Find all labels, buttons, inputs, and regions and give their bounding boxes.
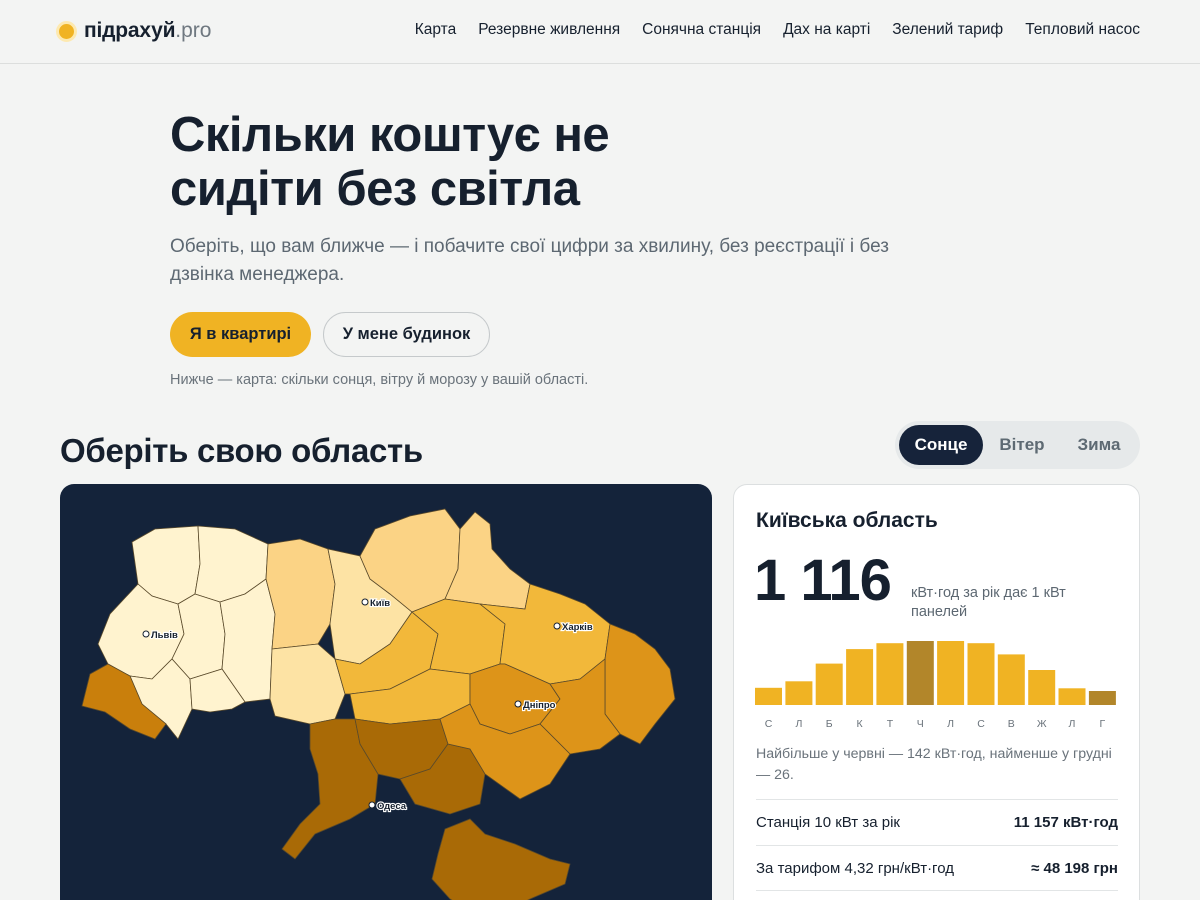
annual-yield-unit: кВт·год за рік дає 1 кВт панелей (911, 585, 1066, 620)
month-bar-8[interactable] (967, 643, 995, 705)
toggle-winter[interactable]: Зима (1061, 425, 1137, 465)
region-vinnytsia[interactable] (269, 643, 346, 725)
city-label-dnipro: Дніпро (523, 700, 556, 711)
sun-logo-icon (56, 20, 77, 42)
hero-note: Нижче — карта: скільки сонця, вітру й мо… (170, 372, 589, 388)
region-zhytomyr[interactable] (265, 538, 336, 650)
month-label-6: Ч (917, 718, 924, 730)
nav-link-solar-station[interactable]: Сонячна станція (642, 21, 761, 39)
region-luhansk[interactable] (604, 623, 676, 745)
month-label-7: Л (947, 718, 954, 730)
logo-text: підрахуй (84, 19, 176, 42)
logo-link[interactable]: підрахуй .pro (56, 19, 211, 43)
city-label-kyiv: Київ (370, 598, 390, 609)
month-bar-11[interactable] (1058, 688, 1086, 705)
hero-title-line-1: Скільки коштує не (170, 108, 610, 162)
month-bar-9[interactable] (997, 654, 1025, 705)
station-yield-value: 11 157 кВт·год (1013, 814, 1118, 831)
month-bar-12[interactable] (1088, 691, 1116, 705)
month-bar-6[interactable] (906, 641, 934, 705)
tariff-income-label: За тарифом 4,32 грн/кВт·год (756, 859, 954, 877)
month-label-3: Б (826, 718, 833, 730)
tariff-income-row: За тарифом 4,32 грн/кВт·год ≈ 48 198 грн (756, 845, 1118, 891)
hero-title-line-2: сидіти без світла (170, 162, 580, 216)
month-bar-4[interactable] (846, 649, 874, 705)
month-bar-10[interactable] (1028, 670, 1056, 705)
tariff-income-value: ≈ 48 198 грн (1031, 859, 1118, 877)
nav-link-green-tariff[interactable]: Зелений тариф (892, 21, 1003, 39)
city-label-lviv: Львів (151, 630, 178, 641)
nav-link-roof-map[interactable]: Дах на карті (783, 21, 870, 39)
top-bar: підрахуй .pro Карта Резервне живлення Сон… (0, 0, 1200, 64)
region-crimea[interactable] (431, 818, 571, 900)
month-bar-2[interactable] (785, 681, 813, 705)
monthly-yield-bar-chart: СЛБКТЧЛСВЖЛГ (755, 641, 1116, 730)
month-label-4: К (857, 718, 864, 730)
house-button[interactable]: У мене будинок (323, 312, 490, 357)
month-label-10: Ж (1037, 718, 1047, 730)
hero-subtitle: Оберіть, що вам ближче — і побачите свої… (170, 236, 889, 285)
monthly-yield-note: Найбільше у червні — 142 кВт·год, наймен… (756, 746, 1112, 783)
main-nav: Карта Резервне живлення Сонячна станція … (415, 21, 1140, 39)
month-label-5: Т (887, 718, 894, 730)
month-bar-1[interactable] (755, 687, 782, 705)
month-label-1: С (765, 718, 773, 730)
ukraine-map-svg: Львів Київ Харків Дніпро Одеса (81, 508, 676, 900)
station-yield-label: Станція 10 кВт за рік (756, 814, 900, 831)
month-label-8: С (977, 718, 985, 730)
region-card-title: Київська область (756, 509, 938, 532)
toggle-sun[interactable]: Сонце (899, 425, 983, 465)
hero-title: Скільки коштує не сидіти без світла (170, 108, 810, 216)
apartment-button[interactable]: Я в квартирі (170, 312, 311, 357)
logo-suffix: .pro (175, 19, 212, 42)
month-label-12: Г (1100, 718, 1106, 730)
month-label-9: В (1008, 718, 1015, 730)
region-card: Київська область 1 116 кВт·год за рік да… (733, 484, 1140, 900)
layer-toggle: Сонце Вітер Зима (895, 421, 1140, 469)
nav-link-map[interactable]: Карта (415, 21, 456, 39)
toggle-wind[interactable]: Вітер (985, 425, 1059, 465)
month-label-11: Л (1069, 718, 1076, 730)
month-bar-7[interactable] (937, 641, 965, 705)
annual-yield-value: 1 116 (754, 548, 892, 613)
station-yield-row: Станція 10 кВт за рік 11 157 кВт·год (756, 799, 1118, 845)
ukraine-map: Львів Київ Харків Дніпро Одеса (60, 484, 712, 900)
month-label-2: Л (795, 718, 802, 730)
regions-title: Оберіть свою область (60, 432, 423, 469)
month-bar-3[interactable] (815, 663, 843, 705)
nav-link-heat-pump[interactable]: Тепловий насос (1025, 21, 1140, 39)
nav-link-backup-power[interactable]: Резервне живлення (478, 21, 620, 39)
city-label-kharkiv: Харків (562, 622, 593, 633)
city-label-odesa: Одеса (377, 801, 407, 812)
month-bar-5[interactable] (876, 643, 904, 705)
